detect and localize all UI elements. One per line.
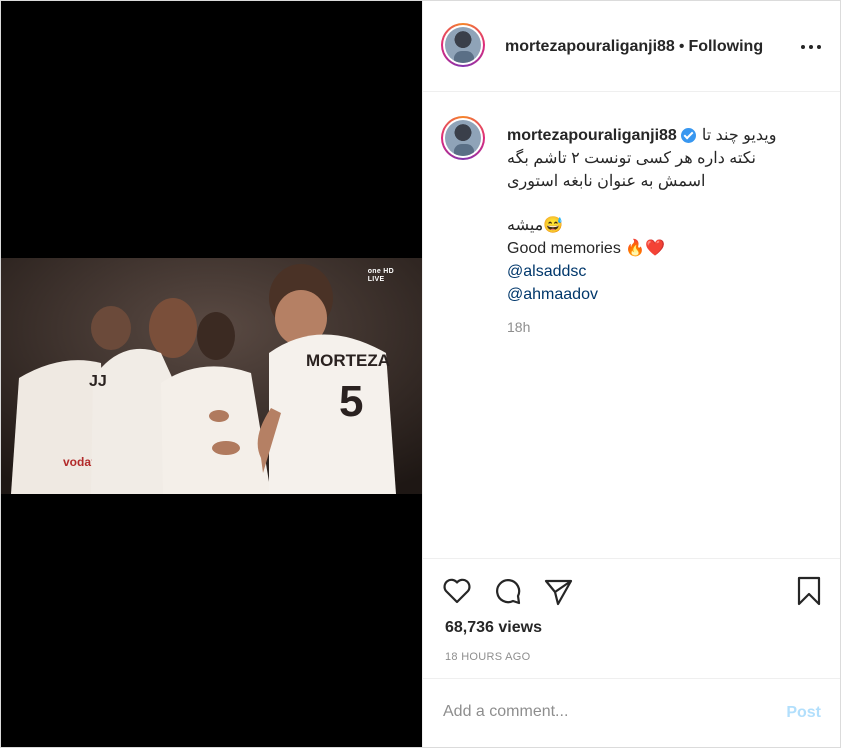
broadcaster-name: one HD: [367, 268, 394, 275]
mention-ahmaadov-link[interactable]: @ahmaadov: [507, 283, 807, 306]
comment-icon[interactable]: [492, 575, 524, 607]
header-user-row: mortezapouraliganji88 • Following: [505, 38, 763, 56]
post-time-ago[interactable]: 18 HOURS AGO: [445, 651, 531, 663]
post-header: mortezapouraliganji88 • Following: [423, 1, 840, 92]
header-separator: •: [678, 38, 685, 55]
video-still: vodafone MORTEZA 5 JJ: [1, 258, 422, 494]
jersey-name: MORTEZA: [306, 351, 390, 370]
comment-input[interactable]: [443, 703, 763, 721]
verified-badge-icon: [680, 128, 696, 143]
caption-section: mortezapouraliganji88 ویدیو چند تا نکته …: [423, 92, 840, 558]
caption-line-3: اسمش به عنوان نابغه استوری: [507, 173, 706, 190]
caption-avatar[interactable]: [441, 116, 485, 160]
jersey-number: 5: [339, 377, 363, 426]
following-button[interactable]: Following: [688, 38, 763, 55]
share-icon[interactable]: [542, 575, 574, 607]
svg-text:JJ: JJ: [89, 373, 107, 390]
bookmark-icon[interactable]: [793, 575, 825, 607]
comment-bar: Post: [423, 678, 840, 747]
heart-icon[interactable]: [441, 575, 473, 607]
video-player[interactable]: vodafone MORTEZA 5 JJ one HD LIVE: [1, 1, 422, 747]
video-frame[interactable]: vodafone MORTEZA 5 JJ one HD LIVE: [1, 258, 422, 494]
instagram-post: vodafone MORTEZA 5 JJ one HD LIVE mortez…: [0, 0, 841, 748]
post-actions: 68,736 views 18 HOURS AGO: [423, 558, 840, 679]
more-horizontal-icon[interactable]: [801, 37, 821, 57]
post-side-panel: mortezapouraliganji88 • Following mortezap…: [422, 1, 840, 747]
caption-timestamp[interactable]: 18h: [507, 319, 530, 335]
broadcaster-live: LIVE: [367, 276, 385, 283]
mention-alsaddsc-link[interactable]: @alsaddsc: [507, 260, 807, 283]
avatar[interactable]: [441, 23, 485, 67]
broadcaster-logo: one HD LIVE: [368, 268, 394, 284]
post-comment-button[interactable]: Post: [786, 704, 821, 722]
caption-username[interactable]: mortezapouraliganji88: [507, 124, 677, 147]
header-username[interactable]: mortezapouraliganji88: [505, 38, 675, 55]
caption-line-4: 😅میشه: [507, 217, 564, 234]
caption-line-2: نکته داره هر کسی تونست ۲ تاشم بگه: [507, 150, 756, 167]
caption-line-5: Good memories 🔥❤️: [507, 240, 666, 257]
caption-text: mortezapouraliganji88 ویدیو چند تا نکته …: [507, 124, 807, 306]
views-count[interactable]: 68,736 views: [445, 619, 542, 637]
caption-line-1: ویدیو چند تا: [701, 127, 777, 144]
